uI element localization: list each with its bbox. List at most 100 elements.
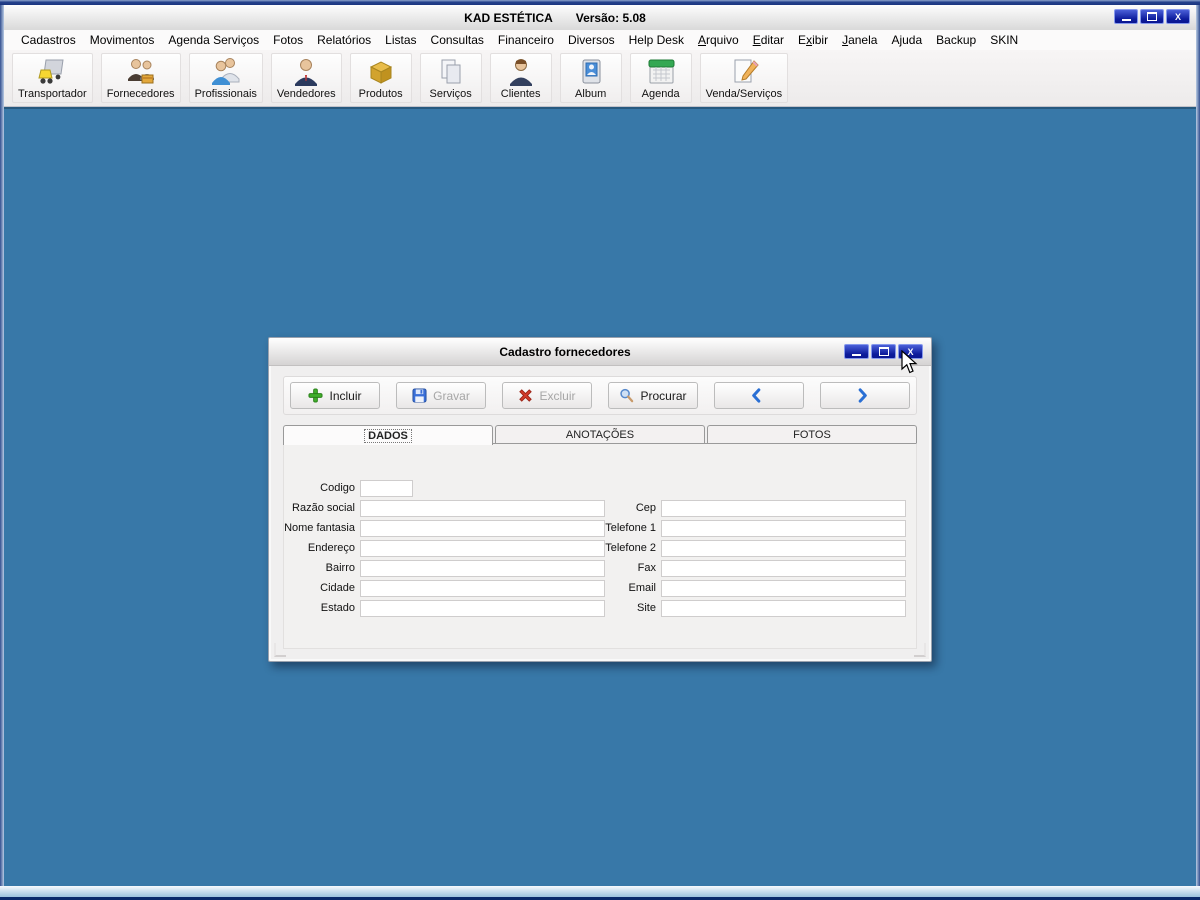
nome-fantasia-label: Nome fantasia: [284, 522, 355, 534]
chevron-left-icon: [751, 388, 760, 403]
mouse-cursor: [901, 350, 918, 374]
menu-agenda-servicos[interactable]: Agenda Serviços: [161, 31, 266, 49]
site-label: Site: [637, 602, 656, 614]
menu-cadastros[interactable]: Cadastros: [14, 31, 83, 49]
menu-bar: Cadastros Movimentos Agenda Serviços Fot…: [4, 30, 1196, 50]
estado-field[interactable]: [360, 599, 605, 617]
endereco-label: Endereço: [307, 542, 355, 554]
excluir-button[interactable]: Excluir: [502, 382, 592, 409]
menu-exibir[interactable]: Exibir: [791, 31, 835, 49]
note-pencil-icon: [734, 59, 759, 83]
form-row: Telefone 1: [599, 518, 906, 538]
maximize-icon: [1147, 12, 1157, 21]
next-record-button[interactable]: [820, 382, 910, 409]
menu-consultas[interactable]: Consultas: [424, 31, 491, 49]
codigo-label: Codigo: [320, 482, 355, 494]
toolbar-produtos-button[interactable]: Produtos: [349, 53, 412, 103]
menu-backup[interactable]: Backup: [929, 31, 983, 49]
nome-fantasia-field[interactable]: [360, 519, 605, 537]
main-window-controls: X: [1114, 9, 1190, 24]
button-label: Gravar: [433, 388, 470, 403]
form-right-column: Cep Telefone 1 Telefone 2 Fax Email Site: [599, 498, 906, 618]
menu-fotos[interactable]: Fotos: [266, 31, 310, 49]
tab-label: FOTOS: [793, 428, 831, 441]
cidade-field[interactable]: [360, 579, 605, 597]
minimize-icon: [1121, 18, 1131, 21]
telefone2-field[interactable]: [661, 539, 906, 557]
button-label: Excluir: [539, 388, 576, 403]
toolbar-label: Album: [575, 88, 607, 100]
telefone1-field[interactable]: [661, 519, 906, 537]
dialog-cadastro-fornecedores: Cadastro fornecedores X Incluir Gravar E…: [268, 337, 932, 662]
toolbar-venda-servicos-button[interactable]: Venda/Serviços: [699, 53, 789, 103]
email-label: Email: [628, 582, 656, 594]
toolbar-label: Agenda: [641, 88, 680, 100]
resize-grip-left[interactable]: [274, 643, 286, 657]
previous-record-button[interactable]: [714, 382, 804, 409]
window-frame-bottom: [0, 886, 1200, 897]
telefone1-label: Telefone 1: [605, 522, 656, 534]
toolbar-agenda-button[interactable]: Agenda: [629, 53, 692, 103]
save-icon: [412, 388, 427, 403]
tab-anotacoes[interactable]: ANOTAÇÕES: [495, 425, 705, 443]
fax-field[interactable]: [661, 559, 906, 577]
form-row: Razão social: [277, 498, 605, 518]
procurar-button[interactable]: Procurar: [608, 382, 698, 409]
dialog-tabs: DADOS ANOTAÇÕES FOTOS: [283, 425, 917, 445]
toolbar-clientes-button[interactable]: Clientes: [489, 53, 552, 103]
toolbar-vendedores-button[interactable]: Vendedores: [270, 53, 342, 103]
toolbar-servicos-button[interactable]: Serviços: [419, 53, 482, 103]
minimize-button[interactable]: [1114, 9, 1138, 24]
search-icon: [620, 388, 634, 403]
menu-ajuda[interactable]: Ajuda: [884, 31, 929, 49]
chevron-right-icon: [858, 388, 867, 403]
codigo-field[interactable]: [360, 479, 413, 497]
photo-card-icon: [582, 59, 601, 84]
toolbar-label: Vendedores: [276, 88, 336, 100]
toolbar-transportador-button[interactable]: Transportador: [12, 53, 93, 103]
resize-grip-right[interactable]: [914, 643, 926, 657]
form-row: Fax: [599, 558, 906, 578]
gravar-button[interactable]: Gravar: [396, 382, 486, 409]
form-row: Email: [599, 578, 906, 598]
menu-movimentos[interactable]: Movimentos: [83, 31, 162, 49]
endereco-field[interactable]: [360, 539, 605, 557]
menu-arquivo[interactable]: Arquivo: [691, 31, 746, 49]
menu-janela[interactable]: Janela: [835, 31, 884, 49]
cep-field[interactable]: [661, 499, 906, 517]
menu-relatorios[interactable]: Relatórios: [310, 31, 378, 49]
cep-label: Cep: [635, 502, 656, 514]
box-icon: [369, 61, 392, 84]
menu-help-desk[interactable]: Help Desk: [622, 31, 691, 49]
maximize-icon: [878, 347, 889, 356]
tab-dados[interactable]: DADOS: [283, 425, 493, 445]
tab-fotos[interactable]: FOTOS: [707, 425, 917, 443]
form-row: Cidade: [277, 578, 605, 598]
menu-diversos[interactable]: Diversos: [561, 31, 622, 49]
menu-editar[interactable]: Editar: [746, 31, 791, 49]
dialog-titlebar[interactable]: Cadastro fornecedores X: [269, 338, 931, 366]
dialog-maximize-button[interactable]: [871, 344, 896, 359]
menu-listas[interactable]: Listas: [378, 31, 423, 49]
toolbar-profissionais-button[interactable]: Profissionais: [188, 53, 263, 103]
telefone2-label: Telefone 2: [605, 542, 656, 554]
main-toolbar: Transportador Fornecedores Profissionais…: [4, 50, 1196, 107]
menu-financeiro[interactable]: Financeiro: [491, 31, 561, 49]
maximize-button[interactable]: [1140, 9, 1164, 24]
site-field[interactable]: [661, 599, 906, 617]
dialog-title: Cadastro fornecedores: [499, 344, 631, 359]
menu-skin[interactable]: SKIN: [983, 31, 1025, 49]
dialog-minimize-button[interactable]: [844, 344, 869, 359]
close-button[interactable]: X: [1166, 9, 1190, 24]
email-field[interactable]: [661, 579, 906, 597]
toolbar-album-button[interactable]: Album: [559, 53, 622, 103]
razao-social-field[interactable]: [360, 499, 605, 517]
toolbar-label: Produtos: [358, 88, 403, 100]
bairro-field[interactable]: [360, 559, 605, 577]
toolbar-label: Venda/Serviços: [705, 88, 783, 100]
tab-label: ANOTAÇÕES: [565, 428, 635, 441]
main-titlebar[interactable]: KAD ESTÉTICA Versão: 5.08 X: [4, 5, 1196, 30]
toolbar-fornecedores-button[interactable]: Fornecedores: [100, 53, 181, 103]
add-icon: [308, 388, 324, 403]
incluir-button[interactable]: Incluir: [290, 382, 380, 409]
